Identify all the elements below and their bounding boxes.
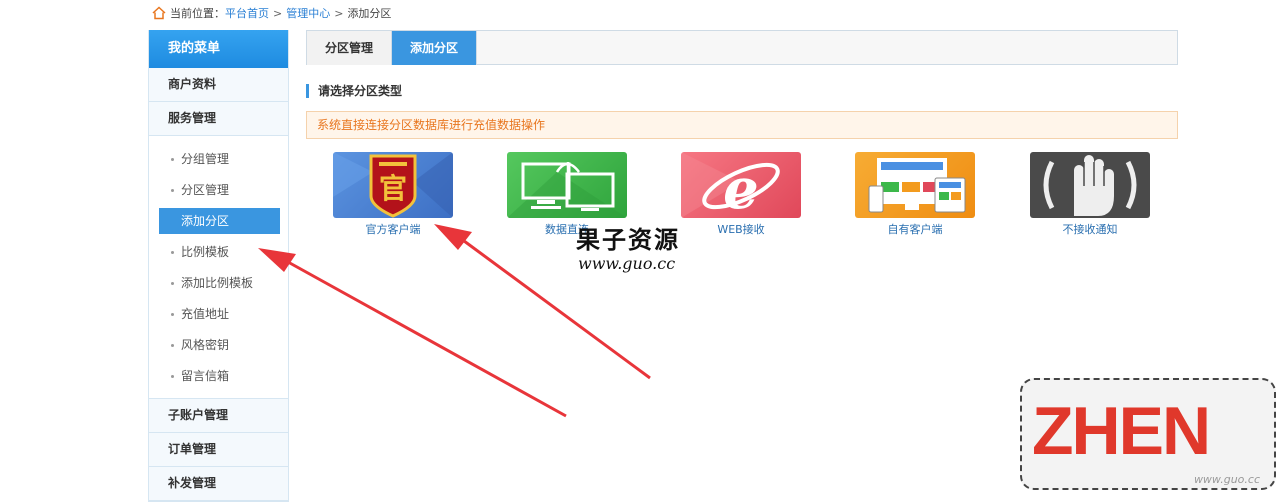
sidebar-group-subaccount[interactable]: 子账户管理 [149,399,288,433]
sidebar-item-messages[interactable]: 留言信箱 [149,361,288,392]
sidebar-item-add-zone[interactable]: 添加分区 [159,208,280,234]
card-label: WEB接收 [717,223,765,236]
sidebar-submenu: 分组管理 分区管理 添加分区 比例模板 添加比例模板 充值地址 风格密钥 留言信… [149,136,288,399]
breadcrumb-home-link[interactable]: 平台首页 [225,5,269,21]
breadcrumb-separator: > [334,6,344,20]
notice-banner: 系统直接连接分区数据库进行充值数据操作 [306,111,1178,139]
zone-type-no-notify[interactable]: 不接收通知 [1029,152,1151,237]
watermark: 果子资源 www.guo.cc [576,226,680,274]
watermark-url: www.guo.cc [578,254,676,273]
svg-text:官: 官 [379,172,407,205]
sidebar: 我的菜单 商户资料 服务管理 分组管理 分区管理 添加分区 比例模板 添加比例模… [148,30,289,502]
card-label: 官方客户端 [365,223,421,236]
sidebar-item-ratio-template[interactable]: 比例模板 [149,237,288,268]
breadcrumb-separator: > [273,6,283,20]
devices-icon [855,152,975,218]
card-label: 不接收通知 [1062,223,1118,236]
breadcrumb-manage-link[interactable]: 管理中心 [286,5,330,21]
sidebar-item-add-ratio-template[interactable]: 添加比例模板 [149,268,288,299]
breadcrumb-current: 添加分区 [347,7,392,20]
tab-add-zone[interactable]: 添加分区 [392,31,478,65]
official-badge-icon: 官 [333,152,453,218]
section-title: 请选择分区类型 [306,84,402,98]
sidebar-title: 我的菜单 [149,30,288,68]
watermark-cn: 果子资源 [576,225,680,254]
zone-type-official-client[interactable]: 官 官方客户端 [332,152,454,237]
monitor-connect-icon [507,152,627,218]
tab-bar: 分区管理 添加分区 [306,30,1178,65]
sidebar-item-groups[interactable]: 分组管理 [149,144,288,175]
home-icon [152,6,166,20]
logo-url: www.guo.cc [1193,473,1260,486]
logo-text: ZHEN [1032,393,1211,469]
logo-watermark: ZHEN www.guo.cc [1020,378,1276,490]
sidebar-item-style-key[interactable]: 风格密钥 [149,330,288,361]
sidebar-group-orders[interactable]: 订单管理 [149,433,288,467]
sidebar-group-merchant[interactable]: 商户资料 [149,68,288,102]
tab-zone-manage[interactable]: 分区管理 [307,31,393,65]
sidebar-item-recharge-url[interactable]: 充值地址 [149,299,288,330]
arrow-to-sidebar-icon [258,248,567,418]
stop-hand-icon [1030,152,1150,218]
breadcrumb-prefix: 当前位置： [170,7,225,20]
card-label: 自有客户端 [887,223,943,236]
web-browser-icon: e [681,152,801,218]
breadcrumb: 当前位置： 平台首页 > 管理中心 > 添加分区 [152,5,391,21]
sidebar-group-service[interactable]: 服务管理 [149,102,288,136]
sidebar-item-zones[interactable]: 分区管理 [149,175,288,206]
zone-type-web-receive[interactable]: e WEB接收 [680,152,802,237]
sidebar-group-reissue[interactable]: 补发管理 [149,467,288,501]
zone-type-own-client[interactable]: 自有客户端 [854,152,976,237]
